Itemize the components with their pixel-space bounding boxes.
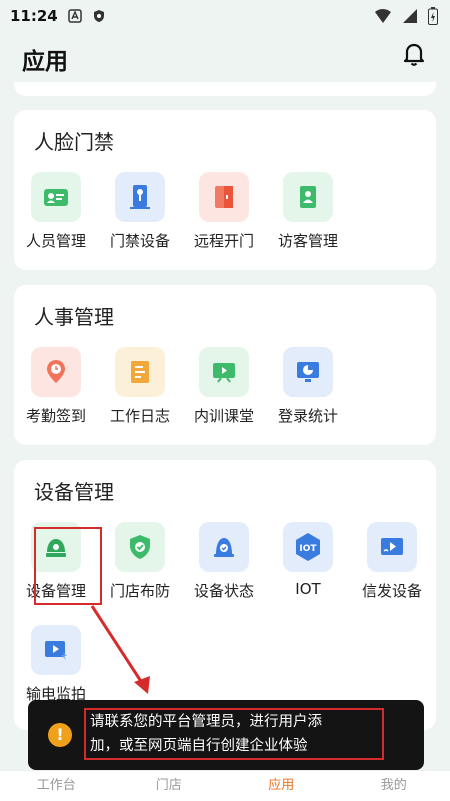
iot-icon: IOT	[283, 522, 333, 572]
toast-message: ! 请联系您的平台管理员，进行用户添 加，或至网页端自行创建企业体验	[28, 700, 424, 770]
id-card-icon	[31, 172, 81, 222]
bottom-nav: 工作台 门店 应用 我的	[0, 770, 450, 801]
page-title: 应用	[22, 42, 68, 76]
app-item-label: 设备状态	[182, 580, 266, 601]
tab-apps[interactable]: 应用	[225, 771, 338, 801]
app-item-device-status[interactable]: 设备状态	[182, 522, 266, 601]
app-item-label: 考勤签到	[14, 405, 98, 426]
app-item-classroom[interactable]: 内训课堂	[182, 347, 266, 426]
app-item-remote-door[interactable]: 远程开门	[182, 172, 266, 251]
section-title: 人事管理	[34, 301, 114, 330]
toast-line-2: 加，或至网页端自行创建企业体验	[90, 734, 390, 758]
bell-icon[interactable]	[400, 40, 428, 68]
app-item-store-defense[interactable]: 门店布防	[98, 522, 182, 601]
previous-card-remnant	[14, 82, 436, 96]
classroom-icon	[199, 347, 249, 397]
app-item-label: 远程开门	[182, 230, 266, 251]
power-camera-icon	[31, 625, 81, 675]
app-item-worklog[interactable]: 工作日志	[98, 347, 182, 426]
app-item-label: 人员管理	[14, 230, 98, 251]
app-item-label: 内训课堂	[182, 405, 266, 426]
stats-monitor-icon	[283, 347, 333, 397]
app-notification-icon	[68, 9, 82, 23]
section-title: 设备管理	[34, 476, 114, 505]
tab-workbench[interactable]: 工作台	[0, 771, 113, 801]
status-time: 11:24	[10, 7, 58, 25]
app-item-label: IOT	[266, 580, 350, 598]
shield-icon	[115, 522, 165, 572]
app-item-label: 信发设备	[350, 580, 434, 601]
app-item-label: 登录统计	[266, 405, 350, 426]
section-title: 人脸门禁	[34, 126, 114, 155]
visitor-icon	[283, 172, 333, 222]
app-bar: 应用	[0, 32, 450, 84]
toast-line-1: 请联系您的平台管理员，进行用户添	[90, 710, 390, 734]
svg-text:IOT: IOT	[299, 544, 317, 554]
log-icon	[115, 347, 165, 397]
wifi-icon	[374, 8, 392, 24]
access-device-icon	[115, 172, 165, 222]
toast-text: 请联系您的平台管理员，进行用户添 加，或至网页端自行创建企业体验	[90, 710, 390, 758]
shield-status-icon	[92, 9, 106, 23]
section-hr: 人事管理 考勤签到 工作日志 内训课堂 登录统计	[14, 285, 436, 445]
location-clock-icon	[31, 347, 81, 397]
app-item-label: 门禁设备	[98, 230, 182, 251]
remote-door-icon	[199, 172, 249, 222]
app-item-access-device[interactable]: 门禁设备	[98, 172, 182, 251]
app-item-signage[interactable]: 信发设备	[350, 522, 434, 601]
signage-icon	[367, 522, 417, 572]
tab-store[interactable]: 门店	[113, 771, 226, 801]
device-status-icon	[199, 522, 249, 572]
app-item-attendance[interactable]: 考勤签到	[14, 347, 98, 426]
status-right-icons	[374, 7, 438, 25]
app-item-visitor[interactable]: 访客管理	[266, 172, 350, 251]
signal-icon	[402, 8, 418, 24]
app-item-label: 工作日志	[98, 405, 182, 426]
annotation-arrow	[86, 600, 166, 700]
section-face-access: 人脸门禁 人员管理 门禁设备 远程开门 访客管理	[14, 110, 436, 270]
app-item-label: 访客管理	[266, 230, 350, 251]
app-item-iot[interactable]: IOT IOT	[266, 522, 350, 598]
tab-mine[interactable]: 我的	[338, 771, 450, 801]
status-bar: 11:24	[0, 0, 450, 32]
app-item-login-stats[interactable]: 登录统计	[266, 347, 350, 426]
app-item-label: 门店布防	[98, 580, 182, 601]
warning-icon: !	[48, 723, 72, 747]
highlight-box	[34, 527, 102, 605]
app-item-personnel[interactable]: 人员管理	[14, 172, 98, 251]
battery-icon	[428, 7, 438, 25]
